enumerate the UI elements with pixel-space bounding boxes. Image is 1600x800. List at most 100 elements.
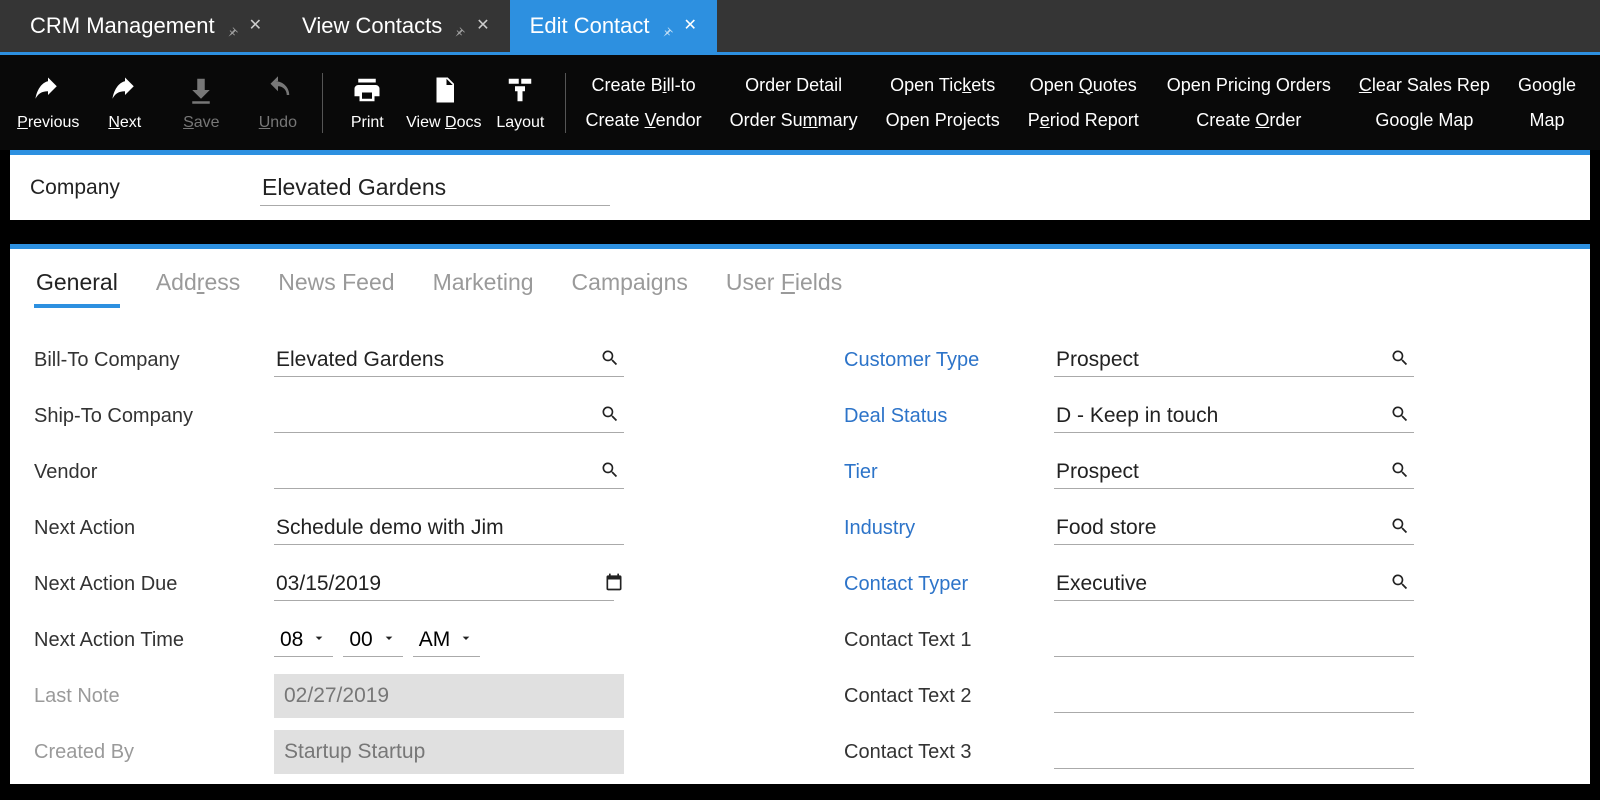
subtab-general[interactable]: General bbox=[34, 263, 120, 308]
last-note-input bbox=[274, 674, 624, 718]
search-icon[interactable] bbox=[1390, 460, 1410, 485]
separator bbox=[565, 73, 566, 133]
contact-text2-input[interactable] bbox=[1054, 680, 1414, 713]
toolbar: Previous Next Save Undo Print View Docs … bbox=[0, 52, 1600, 150]
form-right-column: Customer Type Deal Status Tier bbox=[844, 332, 1484, 780]
tab-view-contacts[interactable]: View Contacts ✕ bbox=[282, 0, 510, 52]
next-action-time-label: Next Action Time bbox=[34, 629, 274, 652]
chevron-down-icon bbox=[458, 628, 474, 652]
open-pricing-orders-link[interactable]: Open Pricing Orders bbox=[1167, 75, 1331, 96]
search-icon[interactable] bbox=[1390, 348, 1410, 373]
button-label: Layout bbox=[496, 114, 544, 132]
button-label: Undo bbox=[259, 114, 297, 132]
vendor-input[interactable] bbox=[274, 456, 624, 489]
close-icon[interactable]: ✕ bbox=[249, 18, 262, 34]
pin-icon[interactable] bbox=[225, 19, 239, 33]
search-icon[interactable] bbox=[600, 348, 620, 373]
next-action-input[interactable] bbox=[274, 512, 624, 545]
subtab-campaigns[interactable]: Campaigns bbox=[570, 263, 690, 308]
layout-button[interactable]: Layout bbox=[482, 58, 559, 148]
create-vendor-link[interactable]: Create Vendor bbox=[586, 110, 702, 131]
open-quotes-link[interactable]: Open Quotes bbox=[1028, 75, 1139, 96]
company-input[interactable] bbox=[260, 170, 610, 206]
subtab-user-fields[interactable]: User Fields bbox=[724, 263, 844, 308]
contact-typer-input[interactable] bbox=[1054, 568, 1414, 601]
contact-text2-label: Contact Text 2 bbox=[844, 685, 1054, 708]
chevron-down-icon bbox=[381, 628, 397, 652]
view-docs-button[interactable]: View Docs bbox=[406, 58, 483, 148]
subtab-strip: General Address News Feed Marketing Camp… bbox=[34, 263, 1566, 308]
bill-to-label: Bill-To Company bbox=[34, 349, 274, 372]
next-action-label: Next Action bbox=[34, 517, 274, 540]
create-billto-link[interactable]: Create Bill-to bbox=[586, 75, 702, 96]
tab-label: Edit Contact bbox=[530, 13, 650, 39]
order-detail-link[interactable]: Order Detail bbox=[730, 75, 858, 96]
tab-label: CRM Management bbox=[30, 13, 215, 39]
search-icon[interactable] bbox=[600, 460, 620, 485]
ship-to-input[interactable] bbox=[274, 400, 624, 433]
button-label: Next bbox=[108, 114, 141, 132]
open-tickets-link[interactable]: Open Tickets bbox=[886, 75, 1000, 96]
pin-icon[interactable] bbox=[452, 19, 466, 33]
hour-value: 08 bbox=[280, 628, 303, 652]
ampm-select[interactable]: AM bbox=[413, 624, 481, 657]
tier-input[interactable] bbox=[1054, 456, 1414, 489]
contact-typer-label[interactable]: Contact Typer bbox=[844, 573, 1054, 596]
search-icon[interactable] bbox=[600, 404, 620, 429]
pin-icon[interactable] bbox=[660, 19, 674, 33]
ship-to-label: Ship-To Company bbox=[34, 405, 274, 428]
print-icon bbox=[352, 74, 382, 106]
minute-select[interactable]: 00 bbox=[343, 624, 402, 657]
print-button[interactable]: Print bbox=[329, 58, 406, 148]
search-icon[interactable] bbox=[1390, 572, 1410, 597]
previous-button[interactable]: Previous bbox=[10, 58, 87, 148]
undo-arrow-icon bbox=[33, 74, 63, 106]
tab-strip: CRM Management ✕ View Contacts ✕ Edit Co… bbox=[0, 0, 1600, 52]
google-link[interactable]: Google bbox=[1518, 75, 1576, 96]
bill-to-input[interactable] bbox=[274, 344, 624, 377]
create-order-link[interactable]: Create Order bbox=[1167, 110, 1331, 131]
customer-type-label[interactable]: Customer Type bbox=[844, 349, 1054, 372]
next-action-due-input[interactable] bbox=[274, 568, 614, 601]
subtab-address[interactable]: Address bbox=[154, 263, 242, 308]
tab-label: View Contacts bbox=[302, 13, 442, 39]
button-label: Print bbox=[351, 114, 384, 132]
open-projects-link[interactable]: Open Projects bbox=[886, 110, 1000, 131]
layout-icon bbox=[505, 74, 535, 106]
tab-edit-contact[interactable]: Edit Contact ✕ bbox=[510, 0, 717, 52]
button-label: Previous bbox=[17, 114, 79, 132]
save-button[interactable]: Save bbox=[163, 58, 240, 148]
order-summary-link[interactable]: Order Summary bbox=[730, 110, 858, 131]
redo-arrow-icon bbox=[110, 74, 140, 106]
search-icon[interactable] bbox=[1390, 516, 1410, 541]
created-by-label: Created By bbox=[34, 741, 274, 764]
contact-text3-label: Contact Text 3 bbox=[844, 741, 1054, 764]
deal-status-input[interactable] bbox=[1054, 400, 1414, 433]
next-button[interactable]: Next bbox=[87, 58, 164, 148]
close-icon[interactable]: ✕ bbox=[476, 18, 489, 34]
hour-select[interactable]: 08 bbox=[274, 624, 333, 657]
contact-text1-input[interactable] bbox=[1054, 624, 1414, 657]
chevron-down-icon bbox=[311, 628, 327, 652]
next-action-due-label: Next Action Due bbox=[34, 573, 274, 596]
deal-status-label[interactable]: Deal Status bbox=[844, 405, 1054, 428]
search-icon[interactable] bbox=[1390, 404, 1410, 429]
industry-label[interactable]: Industry bbox=[844, 517, 1054, 540]
tab-crm-management[interactable]: CRM Management ✕ bbox=[10, 0, 282, 52]
close-icon[interactable]: ✕ bbox=[684, 18, 697, 34]
contact-text3-input[interactable] bbox=[1054, 736, 1414, 769]
map-link[interactable]: Map bbox=[1518, 110, 1576, 131]
subtab-news-feed[interactable]: News Feed bbox=[276, 263, 396, 308]
calendar-icon[interactable] bbox=[604, 572, 624, 597]
customer-type-input[interactable] bbox=[1054, 344, 1414, 377]
google-map-link[interactable]: Google Map bbox=[1359, 110, 1490, 131]
clear-sales-rep-link[interactable]: Clear Sales Rep bbox=[1359, 75, 1490, 96]
period-report-link[interactable]: Period Report bbox=[1028, 110, 1139, 131]
subtab-marketing[interactable]: Marketing bbox=[431, 263, 536, 308]
tier-label[interactable]: Tier bbox=[844, 461, 1054, 484]
company-label: Company bbox=[30, 176, 260, 200]
undo-button[interactable]: Undo bbox=[240, 58, 317, 148]
industry-input[interactable] bbox=[1054, 512, 1414, 545]
created-by-input bbox=[274, 730, 624, 774]
edit-panel: General Address News Feed Marketing Camp… bbox=[10, 244, 1590, 784]
